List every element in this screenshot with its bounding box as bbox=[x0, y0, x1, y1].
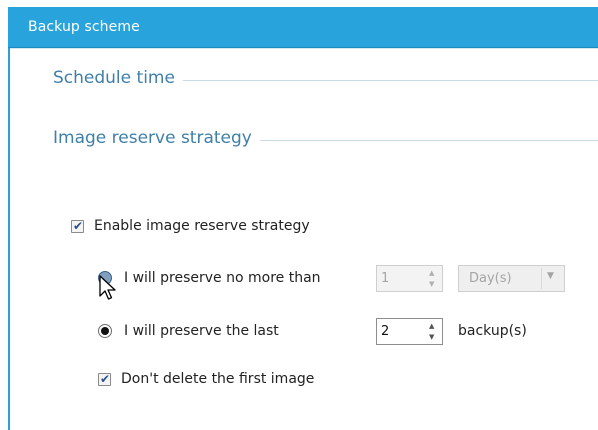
keep-first-image-checkbox[interactable]: ✔ bbox=[98, 372, 111, 386]
preserve-no-more-than-label[interactable]: I will preserve no more than bbox=[124, 270, 321, 286]
time-unit-value: Day(s) bbox=[469, 271, 512, 286]
dropdown-button[interactable]: ▼ bbox=[541, 268, 562, 289]
schedule-time-section[interactable]: Schedule time bbox=[53, 68, 598, 92]
backup-count-spinner[interactable]: 2 ▲ ▼ bbox=[376, 318, 443, 345]
arrow-up-icon[interactable]: ▲ bbox=[429, 269, 434, 277]
arrow-down-icon[interactable]: ▼ bbox=[429, 333, 434, 341]
title-bar[interactable]: Backup scheme bbox=[8, 7, 598, 48]
time-unit-dropdown[interactable]: Day(s) ▼ bbox=[458, 265, 565, 292]
enable-strategy-checkbox[interactable]: ✔ bbox=[71, 219, 84, 233]
window-title: Backup scheme bbox=[28, 19, 140, 35]
spinner-arrows[interactable]: ▲ ▼ bbox=[429, 322, 438, 341]
preserve-days-spinner[interactable]: 1 ▲ ▼ bbox=[376, 265, 443, 292]
mouse-pointer-icon bbox=[99, 275, 116, 300]
preserve-last-label[interactable]: I will preserve the last bbox=[124, 323, 279, 339]
chevron-down-icon: ▼ bbox=[547, 271, 554, 281]
backup-scheme-window: Backup scheme Schedule time Image reserv… bbox=[8, 7, 598, 430]
image-reserve-heading: Image reserve strategy bbox=[53, 128, 260, 148]
arrow-down-icon[interactable]: ▼ bbox=[429, 280, 434, 288]
spinner-arrows[interactable]: ▲ ▼ bbox=[429, 269, 438, 288]
keep-first-image-label[interactable]: Don't delete the first image bbox=[121, 371, 314, 387]
schedule-time-heading[interactable]: Schedule time bbox=[53, 68, 183, 88]
checkmark-icon: ✔ bbox=[100, 372, 111, 386]
spinner-value: 1 bbox=[381, 271, 390, 286]
enable-strategy-label[interactable]: Enable image reserve strategy bbox=[94, 218, 310, 234]
checkmark-icon: ✔ bbox=[73, 219, 84, 233]
backup-unit-label: backup(s) bbox=[458, 323, 527, 339]
arrow-up-icon[interactable]: ▲ bbox=[429, 322, 434, 330]
preserve-last-radio[interactable] bbox=[98, 324, 112, 338]
radio-dot bbox=[101, 327, 109, 335]
spinner-value: 2 bbox=[381, 324, 390, 339]
image-reserve-section: Image reserve strategy bbox=[53, 128, 598, 152]
